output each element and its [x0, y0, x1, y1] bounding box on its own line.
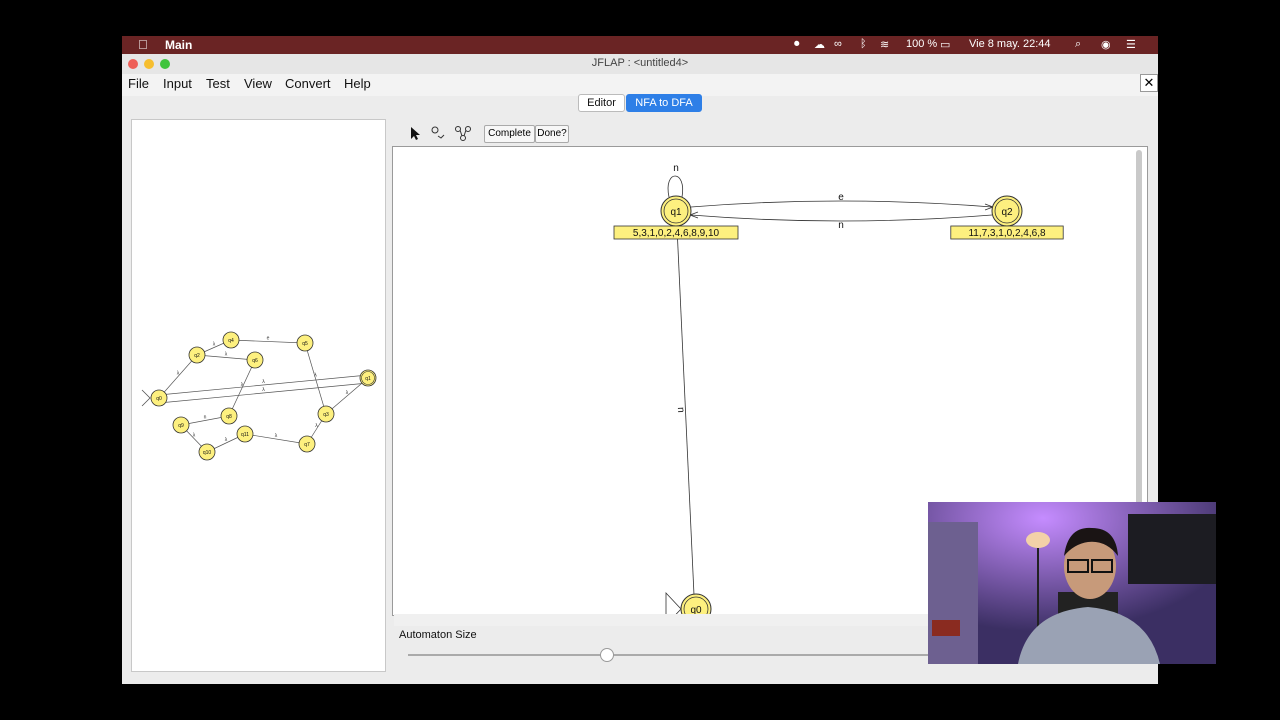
app-menu-bar: File Input Test View Convert Help	[122, 74, 1158, 96]
nfa-state: q6	[246, 351, 264, 369]
dfa-state-q0[interactable]: q0	[665, 591, 712, 615]
nfa-state-label: q5	[302, 341, 308, 347]
datetime[interactable]: Vie 8 may. 22:44	[969, 38, 1051, 50]
nfa-edge-label: λ	[177, 371, 180, 377]
nfa-state: q10	[198, 443, 216, 461]
nfa-edge	[158, 382, 369, 404]
nfa-edge-label: λ	[262, 387, 265, 393]
nfa-state-label: q2	[194, 353, 200, 359]
dfa-edge-label: n	[673, 163, 679, 174]
nfa-edge-label: n	[204, 415, 207, 421]
automaton-size-label: Automaton Size	[399, 629, 477, 641]
presenter-video	[928, 502, 1216, 664]
nfa-diagram: λλλeλλλλλnλλλλq0q1q2q3q4 q5q6q7q8q9q10q11	[141, 331, 377, 461]
menu-view[interactable]: View	[244, 76, 272, 91]
dfa-state-name: q1	[670, 207, 682, 218]
done-button[interactable]: Done?	[535, 125, 569, 143]
attribute-editor-icon[interactable]	[406, 124, 424, 142]
dfa-edge-label: n	[675, 407, 686, 413]
transition-expander-icon[interactable]	[454, 124, 472, 142]
nfa-state: q2	[188, 346, 206, 364]
nfa-edge-label: λ	[262, 379, 265, 385]
dfa-state-q2[interactable]: q2 11,7,3,1,0,2,4,6,8	[950, 195, 1064, 240]
nfa-initial-arrow	[141, 389, 151, 407]
nfa-state-label: q7	[304, 442, 310, 448]
conversion-toolbar: Complete Done?	[392, 120, 1150, 146]
search-icon[interactable]: ⌕	[1075, 38, 1081, 51]
siri-icon[interactable]: ◉	[1101, 38, 1111, 51]
nfa-edge-label: e	[267, 336, 270, 342]
record-icon[interactable]: ⏺	[794, 38, 800, 51]
nfa-state: q3	[317, 405, 335, 423]
nfa-state-label: q6	[252, 358, 258, 364]
nfa-state-label: q0	[156, 396, 162, 402]
cloud-icon[interactable]: ☁	[814, 38, 825, 51]
nfa-state-label: q9	[178, 423, 184, 429]
nfa-state: q5	[296, 334, 314, 352]
complete-button[interactable]: Complete	[484, 125, 535, 143]
close-tab-button[interactable]: ✕	[1140, 74, 1158, 92]
dfa-edge-loop[interactable]	[667, 175, 684, 198]
wifi-icon[interactable]: ≋	[880, 38, 889, 51]
automaton-size-slider[interactable]	[408, 654, 928, 656]
nfa-edge-label: λ	[225, 352, 228, 358]
nfa-edge	[304, 342, 327, 415]
dfa-edge-label: e	[838, 192, 844, 203]
window-title: JFLAP : <untitled4>	[591, 57, 689, 69]
nfa-state: q8	[220, 407, 238, 425]
dfa-state-name: q2	[1001, 207, 1013, 218]
nfa-state-label: q4	[228, 338, 234, 344]
notification-center-icon[interactable]: ☰	[1126, 38, 1136, 51]
nfa-state: q0	[150, 389, 168, 407]
apple-icon[interactable]: 	[138, 37, 148, 52]
nfa-edge	[158, 354, 198, 399]
battery-icon[interactable]: ▭	[940, 38, 950, 51]
nfa-edge-label: λ	[193, 433, 196, 439]
state-expander-icon[interactable]	[430, 124, 448, 142]
glasses-icon[interactable]: ∞	[834, 38, 842, 50]
menu-input[interactable]: Input	[163, 76, 192, 91]
menu-help[interactable]: Help	[344, 76, 371, 91]
dfa-state-label: 5,3,1,0,2,4,6,8,9,10	[633, 228, 720, 239]
nfa-state-label: q10	[203, 450, 212, 456]
nfa-state: q11	[236, 425, 254, 443]
tab-nfa-to-dfa[interactable]: NFA to DFA	[626, 94, 702, 112]
nfa-edge-label: λ	[275, 433, 278, 439]
tab-editor[interactable]: Editor	[578, 94, 625, 112]
nfa-preview-panel: λ λ λ e λ λ λ λ λ n λ λ λ λ q0 q1 q2 q3 q4 q5 q6 q7 q8 q9 q10 q11	[131, 119, 386, 672]
dfa-edge-label: n	[838, 220, 844, 231]
menu-file[interactable]: File	[128, 76, 149, 91]
nfa-state-label: q8	[226, 414, 232, 420]
menu-test[interactable]: Test	[206, 76, 230, 91]
webcam-overlay	[928, 502, 1216, 664]
nfa-state-label: q11	[241, 432, 249, 438]
nfa-state-label: q3	[323, 412, 329, 418]
system-app-name[interactable]: Main	[165, 38, 192, 52]
system-menu-bar:  Main ⏺ ☁ ∞ ᛒ ≋ 100 % ▭ Vie 8 may. 22:4…	[122, 36, 1158, 54]
dfa-state-q1[interactable]: q1 5,3,1,0,2,4,6,8,9,10	[613, 195, 739, 240]
nfa-state: q9	[172, 416, 190, 434]
nfa-state: q4	[222, 331, 240, 349]
nfa-state-label: q1	[365, 376, 371, 382]
title-bar: JFLAP : <untitled4>	[122, 54, 1158, 75]
dfa-initial-arrow	[665, 591, 682, 615]
nfa-edge-label: λ	[315, 423, 318, 429]
nfa-edge-label: λ	[314, 373, 317, 379]
dfa-state-label: 11,7,3,1,0,2,4,6,8	[968, 228, 1046, 239]
nfa-state: q1	[359, 369, 377, 387]
nfa-state: q7	[298, 435, 316, 453]
automaton-size-slider-knob[interactable]	[599, 648, 614, 662]
bluetooth-icon[interactable]: ᛒ	[860, 38, 867, 50]
battery-text: 100 %	[906, 38, 938, 50]
menu-convert[interactable]: Convert	[285, 76, 331, 91]
